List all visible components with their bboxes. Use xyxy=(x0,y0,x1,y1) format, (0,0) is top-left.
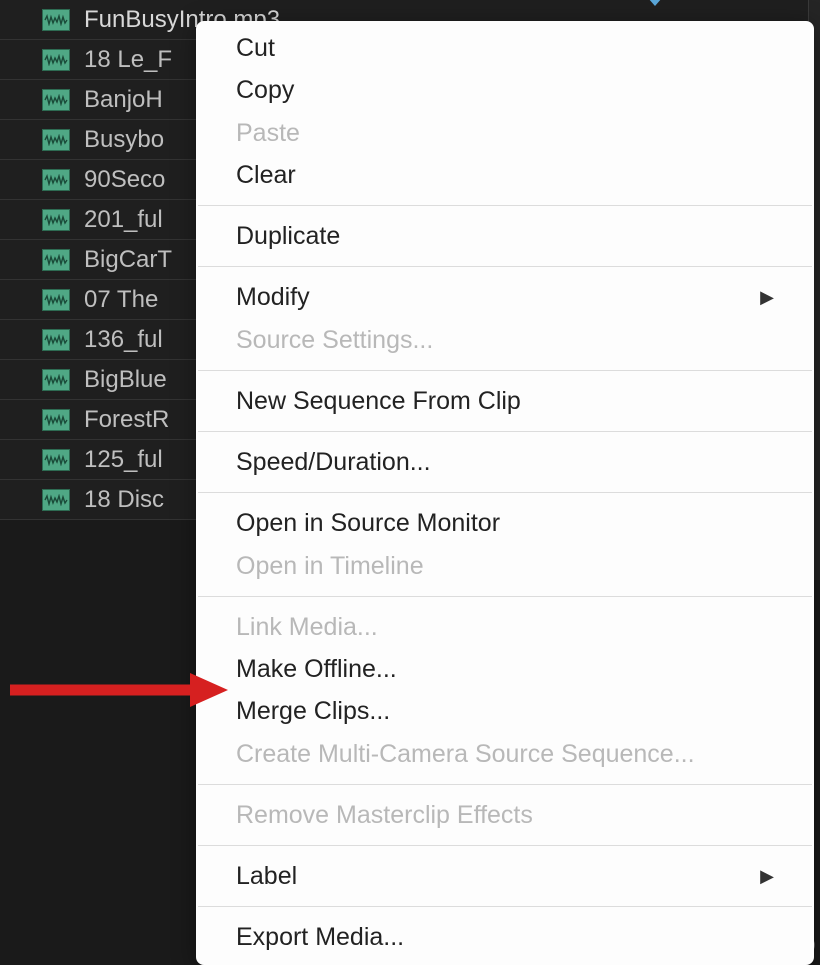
file-name: 07 The xyxy=(84,286,158,314)
menu-separator xyxy=(198,431,812,432)
menu-item-label: Cut xyxy=(236,30,275,66)
submenu-arrow-icon: ▶ xyxy=(760,284,774,310)
menu-item-label: New Sequence From Clip xyxy=(236,383,521,419)
menu-item-label: Modify xyxy=(236,279,310,315)
submenu-arrow-icon: ▶ xyxy=(760,863,774,889)
menu-item-label: Open in Source Monitor xyxy=(236,505,500,541)
audio-waveform-icon xyxy=(42,329,70,351)
file-name: 136_ful xyxy=(84,326,163,354)
menu-separator xyxy=(198,205,812,206)
menu-item-create-multi-camera-source-sequence: Create Multi-Camera Source Sequence... xyxy=(196,733,814,775)
menu-separator xyxy=(198,266,812,267)
menu-item-remove-masterclip-effects: Remove Masterclip Effects xyxy=(196,794,814,836)
file-name: 18 Disc xyxy=(84,486,164,514)
file-name: 201_ful xyxy=(84,206,163,234)
file-name: Busybo xyxy=(84,126,164,154)
menu-item-label: Label xyxy=(236,858,297,894)
menu-item-label: Merge Clips... xyxy=(236,693,390,729)
menu-item-label: Duplicate xyxy=(236,218,340,254)
file-name: 18 Le_F xyxy=(84,46,172,74)
menu-item-label: Copy xyxy=(236,72,294,108)
file-name: 90Seco xyxy=(84,166,165,194)
menu-item-label: Create Multi-Camera Source Sequence... xyxy=(236,736,695,772)
file-name: 125_ful xyxy=(84,446,163,474)
audio-waveform-icon xyxy=(42,249,70,271)
file-name: BigCarT xyxy=(84,246,172,274)
menu-item-cut[interactable]: Cut xyxy=(196,27,814,69)
menu-separator xyxy=(198,596,812,597)
menu-item-label: Make Offline... xyxy=(236,651,397,687)
menu-item-open-in-source-monitor[interactable]: Open in Source Monitor xyxy=(196,502,814,544)
menu-item-duplicate[interactable]: Duplicate xyxy=(196,215,814,257)
playhead-marker[interactable] xyxy=(654,0,657,3)
menu-item-label: Export Media... xyxy=(236,919,404,955)
menu-item-label: Link Media... xyxy=(236,609,378,645)
menu-item-modify[interactable]: Modify ▶ xyxy=(196,276,814,318)
audio-waveform-icon xyxy=(42,369,70,391)
audio-waveform-icon xyxy=(42,89,70,111)
file-name: BanjoH xyxy=(84,86,163,114)
audio-waveform-icon xyxy=(42,209,70,231)
audio-waveform-icon xyxy=(42,169,70,191)
audio-waveform-icon xyxy=(42,289,70,311)
audio-waveform-icon xyxy=(42,489,70,511)
audio-waveform-icon xyxy=(42,409,70,431)
menu-item-speed-duration[interactable]: Speed/Duration... xyxy=(196,441,814,483)
audio-waveform-icon xyxy=(42,129,70,151)
menu-item-label: Clear xyxy=(236,157,296,193)
context-menu: Cut Copy Paste Clear Duplicate Modify ▶ Source … xyxy=(196,21,814,965)
menu-item-label: Open in Timeline xyxy=(236,548,424,584)
menu-item-copy[interactable]: Copy xyxy=(196,69,814,111)
audio-waveform-icon xyxy=(42,449,70,471)
menu-item-label: Paste xyxy=(236,115,300,151)
menu-item-source-settings: Source Settings... xyxy=(196,319,814,361)
menu-separator xyxy=(198,784,812,785)
audio-waveform-icon xyxy=(42,49,70,71)
menu-item-merge-clips[interactable]: Merge Clips... xyxy=(196,690,814,732)
file-name: BigBlue xyxy=(84,366,167,394)
menu-separator xyxy=(198,492,812,493)
menu-item-label[interactable]: Label ▶ xyxy=(196,855,814,897)
menu-item-link-media: Link Media... xyxy=(196,606,814,648)
audio-waveform-icon xyxy=(42,9,70,31)
menu-item-export-media[interactable]: Export Media... xyxy=(196,916,814,958)
menu-item-make-offline[interactable]: Make Offline... xyxy=(196,648,814,690)
menu-item-open-in-timeline: Open in Timeline xyxy=(196,545,814,587)
menu-item-clear[interactable]: Clear xyxy=(196,154,814,196)
menu-item-label: Speed/Duration... xyxy=(236,444,431,480)
file-name: ForestR xyxy=(84,406,169,434)
menu-item-paste: Paste xyxy=(196,112,814,154)
menu-separator xyxy=(198,370,812,371)
menu-separator xyxy=(198,906,812,907)
annotation-arrow xyxy=(0,669,230,711)
menu-item-new-sequence-from-clip[interactable]: New Sequence From Clip xyxy=(196,380,814,422)
menu-item-label: Remove Masterclip Effects xyxy=(236,797,533,833)
menu-item-label: Source Settings... xyxy=(236,322,433,358)
menu-separator xyxy=(198,845,812,846)
